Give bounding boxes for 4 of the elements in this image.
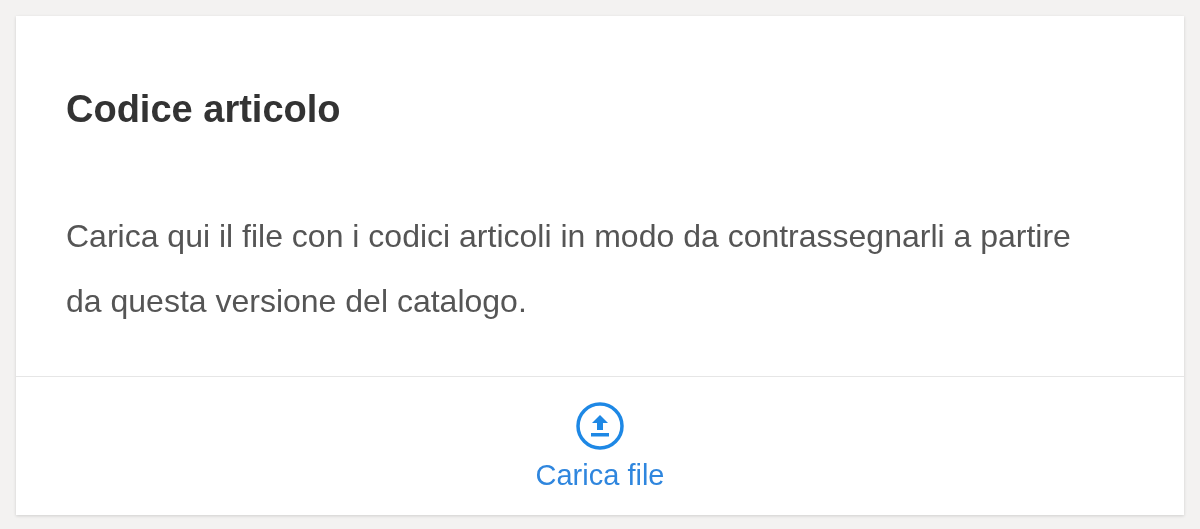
card-title: Codice articolo [66, 87, 342, 132]
upload-file-button[interactable]: Carica file [527, 396, 673, 496]
card-description: Carica qui il file con i codici articoli in modo da contrassegnarli a partire da questa versione del catalogo. [66, 217, 1072, 321]
upload-icon [575, 400, 625, 451]
